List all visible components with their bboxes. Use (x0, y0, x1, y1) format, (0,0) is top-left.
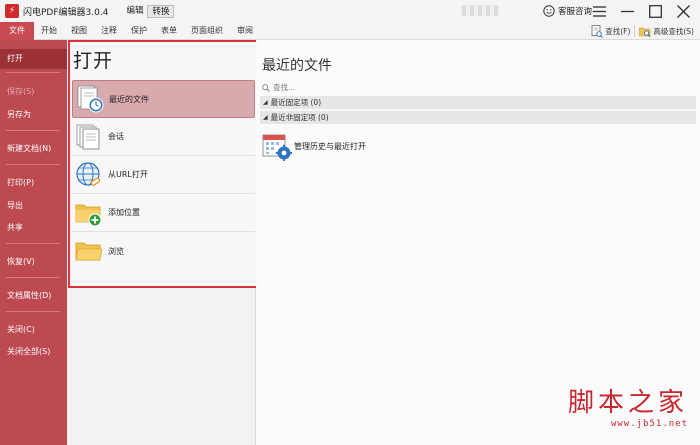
menu-view[interactable]: 视图 (64, 22, 94, 40)
mode-tabs: 编辑 转换 (122, 4, 175, 18)
window-controls (582, 3, 694, 19)
divider (6, 311, 60, 312)
sidebar-item-close-all[interactable]: 关闭全部(S) (0, 342, 67, 362)
close-icon (676, 4, 690, 18)
sidebar-item-open[interactable]: 打开 (0, 49, 67, 69)
open-option-label: 添加位置 (108, 208, 140, 217)
open-option-recent-files[interactable]: 最近的文件 (72, 80, 255, 118)
recent-search-input[interactable] (273, 83, 473, 92)
collapse-triangle-icon: ◢ (263, 114, 268, 121)
pinned-section-label: 最近固定项 (0) (270, 98, 322, 107)
divider (6, 243, 60, 244)
unpinned-section-header[interactable]: ◢ 最近非固定项 (0) (260, 111, 696, 124)
mode-tab-convert[interactable]: 转换 (147, 4, 175, 18)
app-window: ⚡ 闪电PDF编辑器3.0.4 编辑 转换 客服咨询 文件 开始 视图 注释 保… (0, 0, 700, 445)
menu-bar: 文件 开始 视图 注释 保护 表单 页面组织 审阅 查找(F) 高级查找(S) (0, 21, 700, 40)
sidebar-item-close[interactable]: 关闭(C) (0, 320, 67, 340)
minimize-icon (620, 10, 634, 12)
divider (6, 130, 60, 131)
advanced-find-label: 高级查找(S) (653, 26, 694, 36)
find-label: 查找(F) (605, 26, 631, 36)
sidebar-item-new-document[interactable]: 新建文档(N) (0, 139, 67, 159)
minimize-button[interactable] (616, 3, 638, 19)
find-tools: 查找(F) 高级查找(S) (587, 23, 694, 39)
divider (6, 72, 60, 73)
recent-search (262, 81, 696, 94)
close-button[interactable] (672, 3, 694, 19)
app-logo-icon: ⚡ (5, 4, 19, 18)
calendar-gear-icon (262, 134, 292, 161)
session-icon (76, 124, 100, 149)
blurred-area (462, 5, 498, 16)
open-option-session[interactable]: 会话 (72, 118, 255, 156)
open-option-label: 浏览 (108, 246, 124, 256)
divider (634, 25, 636, 37)
manage-history-button[interactable]: 管理历史与最近打开 (262, 131, 366, 161)
folder-icon (75, 242, 103, 261)
menu-protect[interactable]: 保护 (124, 22, 154, 40)
app-title: 闪电PDF编辑器3.0.4 (23, 7, 109, 18)
smiley-icon (543, 5, 555, 17)
maximize-icon (648, 4, 662, 18)
search-icon (262, 83, 270, 92)
find-document-icon (591, 24, 604, 38)
mode-tab-edit[interactable]: 编辑 (122, 5, 147, 18)
watermark-text: 脚本之家 (567, 388, 688, 418)
maximize-button[interactable] (644, 3, 666, 19)
sidebar-item-share[interactable]: 共享 (0, 218, 67, 238)
open-option-from-url[interactable]: 从URL打开 (72, 156, 255, 194)
menu-page-organize[interactable]: 页面组织 (184, 22, 230, 40)
open-option-label: 最近的文件 (109, 94, 149, 104)
sidebar-item-print[interactable]: 打印(P) (0, 173, 67, 193)
pinned-section-header[interactable]: ◢ 最近固定项 (0) (260, 96, 696, 109)
sidebar-item-export[interactable]: 导出 (0, 196, 67, 216)
menu-button[interactable] (588, 3, 610, 19)
open-option-label: 会话 (108, 132, 124, 141)
recent-files-icon (77, 85, 104, 113)
globe-link-icon (76, 161, 101, 186)
unpinned-section-label: 最近非固定项 (0) (270, 113, 329, 122)
menu-start[interactable]: 开始 (34, 22, 64, 40)
menu-annotate[interactable]: 注释 (94, 22, 124, 40)
divider (6, 164, 60, 165)
watermark: 脚本之家 www.jb51.net (568, 382, 688, 429)
open-option-browse[interactable]: 浏览 (72, 232, 255, 270)
watermark-url: www.jb51.net (610, 419, 688, 429)
add-folder-icon (75, 204, 102, 226)
menu-form[interactable]: 表单 (154, 22, 184, 40)
sidebar-item-document-properties[interactable]: 文档属性(D) (0, 286, 67, 306)
find-button[interactable]: 查找(F) (591, 24, 631, 38)
open-option-label: 从URL打开 (108, 170, 148, 179)
manage-history-label: 管理历史与最近打开 (294, 141, 366, 151)
advanced-find-button[interactable]: 高级查找(S) (639, 25, 694, 38)
advanced-find-icon (639, 27, 651, 37)
divider (6, 277, 60, 278)
menu-file[interactable]: 文件 (0, 21, 34, 40)
collapse-triangle-icon: ◢ (263, 99, 268, 106)
sidebar-item-save[interactable]: 保存(S) (0, 82, 67, 102)
sidebar-item-recover[interactable]: 恢复(V) (0, 252, 67, 272)
open-panel-title: 打开 (73, 50, 114, 72)
hamburger-icon (592, 5, 606, 17)
sidebar-item-save-as[interactable]: 另存为 (0, 105, 67, 125)
menu-review[interactable]: 审阅 (230, 22, 260, 40)
open-option-add-location[interactable]: 添加位置 (72, 194, 255, 232)
recent-files-title: 最近的文件 (262, 58, 332, 74)
